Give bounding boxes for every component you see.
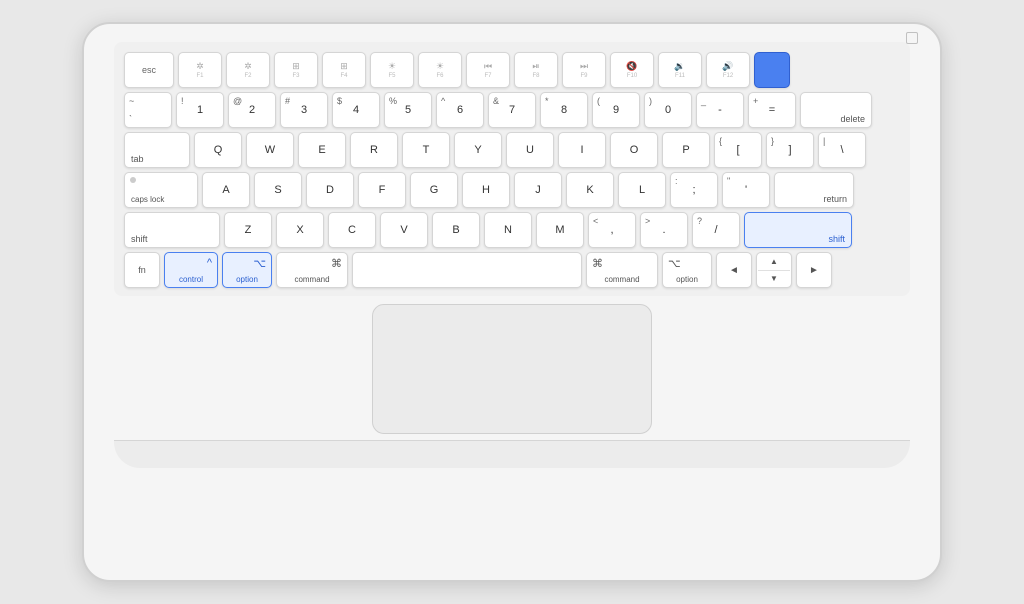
key-f5[interactable]: ☀ F5 — [370, 52, 414, 88]
key-3[interactable]: # 3 — [280, 92, 328, 128]
key-j[interactable]: J — [514, 172, 562, 208]
key-n[interactable]: N — [484, 212, 532, 248]
key-h[interactable]: H — [462, 172, 510, 208]
key-2[interactable]: @ 2 — [228, 92, 276, 128]
key-rbracket[interactable]: } ] — [766, 132, 814, 168]
key-w[interactable]: W — [246, 132, 294, 168]
key-delete[interactable]: delete — [800, 92, 872, 128]
key-m[interactable]: M — [536, 212, 584, 248]
key-r[interactable]: R — [350, 132, 398, 168]
key-5[interactable]: % 5 — [384, 92, 432, 128]
key-a[interactable]: A — [202, 172, 250, 208]
key-minus[interactable]: _ - — [696, 92, 744, 128]
key-z[interactable]: Z — [224, 212, 272, 248]
key-equals[interactable]: + = — [748, 92, 796, 128]
key-f[interactable]: F — [358, 172, 406, 208]
key-arrow-left[interactable]: ◄ — [716, 252, 752, 288]
key-x[interactable]: X — [276, 212, 324, 248]
key-f2[interactable]: ✲ F2 — [226, 52, 270, 88]
key-f11[interactable]: 🔉 F11 — [658, 52, 702, 88]
key-y[interactable]: Y — [454, 132, 502, 168]
key-slash[interactable]: ? / — [692, 212, 740, 248]
key-comma[interactable]: < , — [588, 212, 636, 248]
keyboard: esc ✲ F1 ✲ F2 ⊞ F3 ⊞ F4 ☀ F5 — [114, 42, 910, 296]
key-command-right[interactable]: ⌘ command — [586, 252, 658, 288]
qwerty-row: tab Q W E R T Y U I O P { [ } ] | \ — [124, 132, 900, 168]
key-esc[interactable]: esc — [124, 52, 174, 88]
key-d[interactable]: D — [306, 172, 354, 208]
key-space[interactable] — [352, 252, 582, 288]
number-row: ~ ` ! 1 @ 2 # 3 $ 4 % 5 — [124, 92, 900, 128]
touchpad[interactable] — [372, 304, 652, 434]
key-b[interactable]: B — [432, 212, 480, 248]
key-o[interactable]: O — [610, 132, 658, 168]
key-f10[interactable]: 🔇 F10 — [610, 52, 654, 88]
key-quote[interactable]: " ' — [722, 172, 770, 208]
key-option-right[interactable]: ⌥ option — [662, 252, 712, 288]
key-t[interactable]: T — [402, 132, 450, 168]
key-1[interactable]: ! 1 — [176, 92, 224, 128]
key-l[interactable]: L — [618, 172, 666, 208]
key-q[interactable]: Q — [194, 132, 242, 168]
key-backtick[interactable]: ~ ` — [124, 92, 172, 128]
key-s[interactable]: S — [254, 172, 302, 208]
key-semicolon[interactable]: : ; — [670, 172, 718, 208]
key-f6[interactable]: ☀ F6 — [418, 52, 462, 88]
key-g[interactable]: G — [410, 172, 458, 208]
key-4[interactable]: $ 4 — [332, 92, 380, 128]
key-p[interactable]: P — [662, 132, 710, 168]
key-c[interactable]: C — [328, 212, 376, 248]
shift-row: shift Z X C V B N M < , > . ? / shift — [124, 212, 900, 248]
key-control[interactable]: ^ control — [164, 252, 218, 288]
key-period[interactable]: > . — [640, 212, 688, 248]
key-8[interactable]: * 8 — [540, 92, 588, 128]
key-shift-left[interactable]: shift — [124, 212, 220, 248]
key-command-left[interactable]: ⌘ command — [276, 252, 348, 288]
key-6[interactable]: ^ 6 — [436, 92, 484, 128]
key-shift-right[interactable]: shift — [744, 212, 852, 248]
key-v[interactable]: V — [380, 212, 428, 248]
home-row: caps lock A S D F G H J K L : ; " ' retu… — [124, 172, 900, 208]
key-0[interactable]: ) 0 — [644, 92, 692, 128]
key-f3[interactable]: ⊞ F3 — [274, 52, 318, 88]
key-arrow-right[interactable]: ► — [796, 252, 832, 288]
laptop-body: esc ✲ F1 ✲ F2 ⊞ F3 ⊞ F4 ☀ F5 — [82, 22, 942, 582]
key-lbracket[interactable]: { [ — [714, 132, 762, 168]
key-f7[interactable]: ⏮ F7 — [466, 52, 510, 88]
key-f12[interactable]: 🔊 F12 — [706, 52, 750, 88]
key-7[interactable]: & 7 — [488, 92, 536, 128]
laptop-bottom-bar — [114, 440, 910, 468]
key-capslock[interactable]: caps lock — [124, 172, 198, 208]
modifier-row: fn ^ control ⌥ option ⌘ command ⌘ comm — [124, 252, 900, 288]
key-arrow-updown[interactable]: ▲ ▼ — [756, 252, 792, 288]
key-option-left[interactable]: ⌥ option — [222, 252, 272, 288]
key-f4[interactable]: ⊞ F4 — [322, 52, 366, 88]
key-backslash[interactable]: | \ — [818, 132, 866, 168]
key-return[interactable]: return — [774, 172, 854, 208]
key-power[interactable] — [754, 52, 790, 88]
key-f9[interactable]: ⏭ F9 — [562, 52, 606, 88]
key-f1[interactable]: ✲ F1 — [178, 52, 222, 88]
key-e[interactable]: E — [298, 132, 346, 168]
function-row: esc ✲ F1 ✲ F2 ⊞ F3 ⊞ F4 ☀ F5 — [124, 52, 900, 88]
key-k[interactable]: K — [566, 172, 614, 208]
key-tab[interactable]: tab — [124, 132, 190, 168]
key-f8[interactable]: ⏯ F8 — [514, 52, 558, 88]
key-u[interactable]: U — [506, 132, 554, 168]
key-fn[interactable]: fn — [124, 252, 160, 288]
key-9[interactable]: ( 9 — [592, 92, 640, 128]
key-i[interactable]: I — [558, 132, 606, 168]
